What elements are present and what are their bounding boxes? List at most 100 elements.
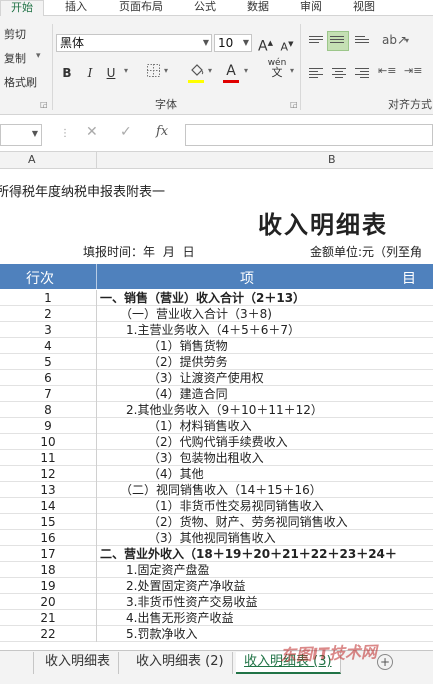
increase-font-size-button[interactable]: A▲ <box>258 34 273 55</box>
tab-page-layout[interactable]: 页面布局 <box>110 0 172 16</box>
copy-dropdown-icon[interactable]: ▾ <box>36 51 41 61</box>
underline-dropdown-icon[interactable]: ▾ <box>124 66 128 75</box>
table-row[interactable]: 7 （4）建造合同 <box>0 386 433 402</box>
table-row[interactable]: 17 二、营业外收入（18＋19＋20＋21＋22＋23＋24＋ <box>0 546 433 562</box>
name-box[interactable]: ▼ <box>0 124 42 146</box>
table-row[interactable]: 14 （1）非货币性交易视同销售收入 <box>0 498 433 514</box>
italic-button[interactable]: I <box>83 64 97 82</box>
phonetic-guide-button[interactable]: wén 文 <box>264 58 290 79</box>
decrease-indent-icon[interactable]: ⇤≡ <box>378 62 396 80</box>
cell-divider <box>96 610 97 626</box>
row-number: 15 <box>40 515 56 529</box>
row-item: （2）提供劳务 <box>148 355 228 369</box>
font-size-combo[interactable]: 10 ▼ <box>214 34 252 52</box>
tab-home[interactable]: 开始 <box>0 0 44 17</box>
cancel-icon[interactable]: ✕ <box>86 124 98 140</box>
grow-font-icon: A <box>258 38 268 55</box>
format-painter-button[interactable]: 格式刷 <box>4 74 37 90</box>
bold-button[interactable]: B <box>60 64 74 82</box>
row-item: 1.主营业务收入（4＋5＋6＋7） <box>126 323 300 337</box>
row-number: 5 <box>44 355 52 369</box>
worksheet-grid[interactable]: 企业所得税年度纳税申报表附表一 收入明细表 填报时间：年 月 日 金额单位:元（… <box>0 169 433 650</box>
cut-button[interactable]: 剪切 <box>4 26 26 42</box>
chevron-down-icon: ▼ <box>242 38 249 47</box>
orientation-dropdown-icon[interactable]: ▾ <box>405 36 409 45</box>
cell-divider <box>96 466 97 482</box>
formula-input[interactable] <box>185 124 433 146</box>
alignment-group-label: 对齐方式 <box>388 98 432 111</box>
group-separator <box>300 24 301 110</box>
clipboard-launcher-icon[interactable]: ◲ <box>40 100 48 109</box>
copy-button[interactable]: 复制 <box>4 50 26 66</box>
enter-icon[interactable]: ✓ <box>120 124 132 140</box>
table-row[interactable]: 10 （2）代购代销手续费收入 <box>0 434 433 450</box>
site-watermark: 东图IT技术网 <box>279 642 378 665</box>
row-item: 3.非货币性资产交易收益 <box>126 595 258 609</box>
table-row[interactable]: 9 （1）材料销售收入 <box>0 418 433 434</box>
phonetic-dropdown-icon[interactable]: ▾ <box>290 66 294 75</box>
column-separator[interactable] <box>96 152 97 169</box>
phonetic-icon: 文 <box>271 66 283 79</box>
top-align-icon[interactable] <box>309 34 325 48</box>
group-separator <box>52 24 53 110</box>
cell-divider <box>96 434 97 450</box>
table-row[interactable]: 12 （4）其他 <box>0 466 433 482</box>
column-header-b[interactable]: B <box>328 153 336 166</box>
cell-divider <box>96 322 97 338</box>
font-name-combo[interactable]: 黑体 ▼ <box>56 34 212 52</box>
font-size-value: 10 <box>218 36 234 50</box>
align-left-icon[interactable] <box>309 66 325 80</box>
tab-view[interactable]: 视图 <box>346 0 382 16</box>
table-row[interactable]: 2 （一）营业收入合计（3＋8) <box>0 306 433 322</box>
font-launcher-icon[interactable]: ◲ <box>290 100 298 109</box>
sheet-nav-area[interactable] <box>0 652 34 674</box>
row-item: （一）营业收入合计（3＋8) <box>120 307 272 321</box>
row-number: 16 <box>40 531 56 545</box>
tab-insert[interactable]: 插入 <box>58 0 94 16</box>
table-row[interactable]: 13 （二）视同销售收入（14＋15＋16） <box>0 482 433 498</box>
table-row[interactable]: 1 一、销售（营业）收入合计（2＋13） <box>0 290 433 306</box>
table-row[interactable]: 5 （2）提供劳务 <box>0 354 433 370</box>
cell-divider <box>96 402 97 418</box>
row-number: 2 <box>44 307 52 321</box>
sheet-tab-2[interactable]: 收入明细表 (2) <box>128 652 233 674</box>
column-header-a[interactable]: A <box>28 153 36 166</box>
font-color-button[interactable]: A <box>224 62 238 80</box>
sheet-tab-1[interactable]: 收入明细表 <box>37 652 120 674</box>
increase-indent-icon[interactable]: ⇥≡ <box>404 62 422 80</box>
fill-color-dropdown-icon[interactable]: ▾ <box>208 66 212 75</box>
align-right-icon[interactable] <box>355 66 371 80</box>
cell-divider <box>96 498 97 514</box>
borders-dropdown-icon[interactable]: ▾ <box>164 66 168 75</box>
fill-color-icon[interactable] <box>188 62 206 80</box>
decrease-font-size-button[interactable]: A▼ <box>280 35 294 54</box>
table-row[interactable]: 19 2.处置固定资产净收益 <box>0 578 433 594</box>
table-row[interactable]: 11 （3）包装物出租收入 <box>0 450 433 466</box>
cell-divider <box>96 418 97 434</box>
table-row[interactable]: 20 3.非货币性资产交易收益 <box>0 594 433 610</box>
font-color-dropdown-icon[interactable]: ▾ <box>244 66 248 75</box>
table-row[interactable]: 21 4.出售无形资产收益 <box>0 610 433 626</box>
borders-icon[interactable] <box>146 64 160 82</box>
underline-button[interactable]: U <box>104 64 118 82</box>
bottom-align-icon[interactable] <box>355 34 371 48</box>
row-number: 6 <box>44 371 52 385</box>
table-row[interactable]: 16 （3）其他视同销售收入 <box>0 530 433 546</box>
insert-function-icon[interactable]: fx <box>156 124 168 139</box>
formula-bar-grip-icon[interactable]: ⋮ <box>60 128 70 139</box>
add-sheet-icon[interactable]: + <box>377 654 393 670</box>
table-row[interactable]: 6 （3）让渡资产使用权 <box>0 370 433 386</box>
cell-divider <box>96 594 97 610</box>
table-row[interactable]: 18 1.固定资产盘盈 <box>0 562 433 578</box>
table-row[interactable]: 15 （2）货物、财产、劳务视同销售收入 <box>0 514 433 530</box>
table-row[interactable]: 4 （1）销售货物 <box>0 338 433 354</box>
align-center-icon[interactable] <box>332 66 348 80</box>
orientation-icon[interactable]: ab↗ <box>382 31 407 49</box>
table-row[interactable]: 8 2.其他业务收入（9＋10＋11＋12） <box>0 402 433 418</box>
tab-review[interactable]: 审阅 <box>293 0 329 16</box>
tab-data[interactable]: 数据 <box>240 0 276 16</box>
font-group-label: 字体 <box>155 98 177 111</box>
cell-divider <box>96 306 97 322</box>
table-row[interactable]: 3 1.主营业务收入（4＋5＋6＋7） <box>0 322 433 338</box>
tab-formulas[interactable]: 公式 <box>187 0 223 16</box>
